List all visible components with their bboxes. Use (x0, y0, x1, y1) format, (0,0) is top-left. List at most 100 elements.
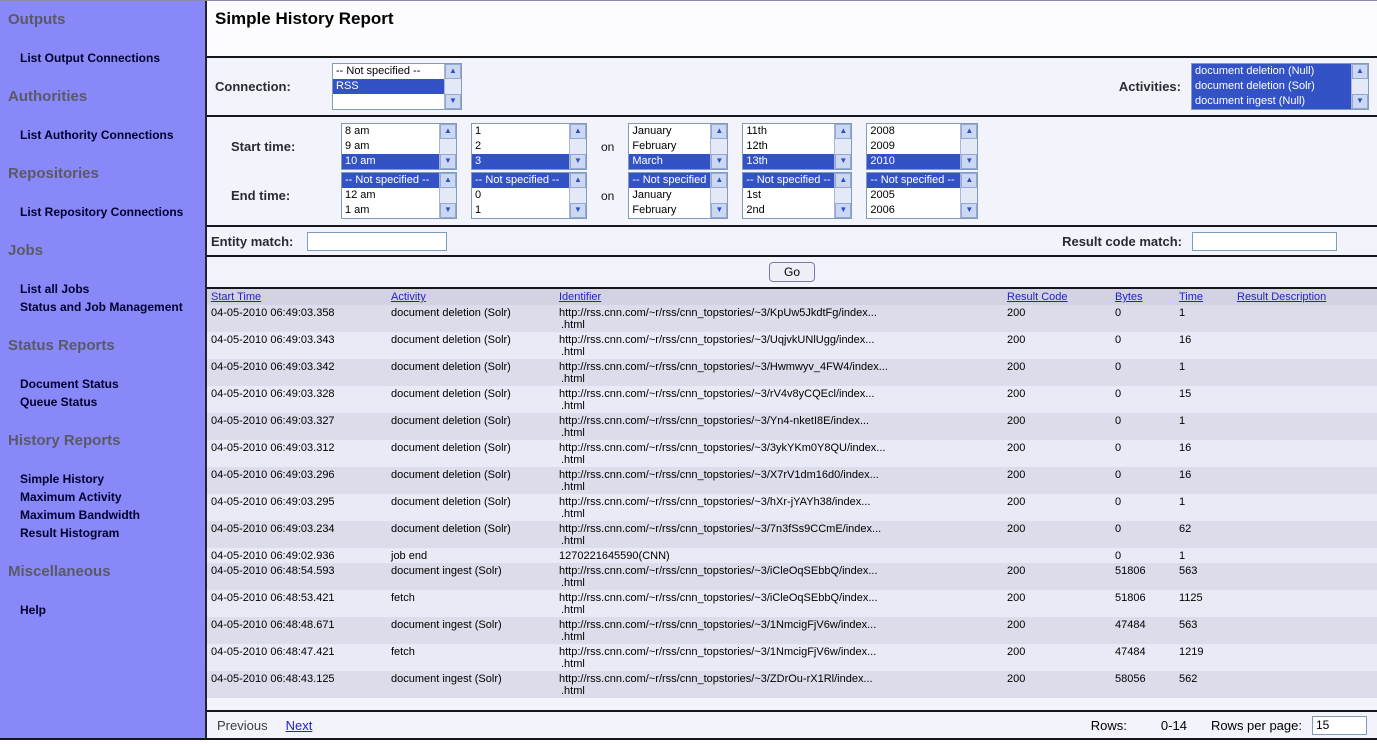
select-option[interactable]: 13th (743, 154, 834, 169)
scroll-down-icon[interactable]: ▼ (1352, 94, 1368, 109)
scroll-down-icon[interactable]: ▼ (835, 203, 851, 218)
scroll-up-icon[interactable]: ▲ (835, 173, 851, 188)
sidebar-item[interactable]: Status and Job Management (20, 299, 205, 315)
scroll-up-icon[interactable]: ▲ (1352, 64, 1368, 79)
scroll-down-icon[interactable]: ▼ (711, 154, 727, 169)
sort-result-code-link[interactable]: Result Code (1007, 291, 1068, 303)
scrollbar[interactable]: ▲▼ (569, 173, 586, 218)
scroll-up-icon[interactable]: ▲ (711, 124, 727, 139)
next-button[interactable]: Next (286, 718, 313, 733)
sidebar-item[interactable]: Simple History (20, 471, 205, 487)
scrollbar[interactable]: ▲▼ (710, 124, 727, 169)
entity-match-input[interactable] (307, 232, 447, 251)
select-option[interactable]: March (629, 154, 710, 169)
select-option[interactable]: 2005 (867, 188, 960, 203)
sidebar-item[interactable]: List all Jobs (20, 281, 205, 297)
sidebar-item[interactable]: Queue Status (20, 394, 205, 410)
start-minute-select[interactable]: 123 ▲▼ (471, 123, 587, 170)
select-option[interactable]: February (629, 139, 710, 154)
sidebar-item[interactable]: List Repository Connections (20, 204, 205, 220)
sort-result-description-link[interactable]: Result Description (1237, 291, 1326, 303)
select-option[interactable]: 1st (743, 188, 834, 203)
scroll-up-icon[interactable]: ▲ (711, 173, 727, 188)
end-minute-select[interactable]: -- Not specified --01 ▲▼ (471, 172, 587, 219)
scrollbar[interactable]: ▲▼ (439, 173, 456, 218)
result-code-match-input[interactable] (1192, 232, 1337, 251)
select-option[interactable]: 1 (472, 203, 569, 218)
start-year-select[interactable]: 200820092010 ▲▼ (866, 123, 978, 170)
end-hour-select[interactable]: -- Not specified --12 am1 am ▲▼ (341, 172, 457, 219)
select-option[interactable]: 11th (743, 124, 834, 139)
scroll-up-icon[interactable]: ▲ (570, 124, 586, 139)
select-option[interactable]: -- Not specified -- (743, 173, 834, 188)
sort-activity-link[interactable]: Activity (391, 291, 426, 303)
scrollbar[interactable]: ▲▼ (710, 173, 727, 218)
scrollbar[interactable]: ▲▼ (439, 124, 456, 169)
select-option[interactable]: February (629, 203, 710, 218)
select-option[interactable]: 2010 (867, 154, 960, 169)
sidebar-item[interactable]: List Authority Connections (20, 127, 205, 143)
sidebar-item[interactable]: Result Histogram (20, 525, 205, 541)
end-year-select[interactable]: -- Not specified --20052006 ▲▼ (866, 172, 978, 219)
scroll-down-icon[interactable]: ▼ (961, 154, 977, 169)
scrollbar[interactable]: ▲▼ (834, 124, 851, 169)
select-option[interactable]: 10 am (342, 154, 439, 169)
select-option[interactable]: 2006 (867, 203, 960, 218)
select-option[interactable]: 9 am (342, 139, 439, 154)
select-option[interactable]: document deletion (Solr) (1192, 79, 1351, 94)
scrollbar[interactable]: ▲▼ (569, 124, 586, 169)
select-option[interactable]: -- Not specified -- (342, 173, 439, 188)
end-month-select[interactable]: -- Not specified --JanuaryFebruary ▲▼ (628, 172, 728, 219)
select-option[interactable]: -- Not specified -- (629, 173, 710, 188)
scroll-down-icon[interactable]: ▼ (440, 203, 456, 218)
scrollbar[interactable]: ▲▼ (960, 173, 977, 218)
start-day-select[interactable]: 11th12th13th ▲▼ (742, 123, 852, 170)
start-month-select[interactable]: JanuaryFebruaryMarch ▲▼ (628, 123, 728, 170)
go-button[interactable]: Go (769, 262, 815, 282)
sidebar-item[interactable]: List Output Connections (20, 50, 205, 66)
select-option[interactable]: 2 (472, 139, 569, 154)
scroll-up-icon[interactable]: ▲ (440, 173, 456, 188)
scrollbar[interactable]: ▲ ▼ (444, 64, 461, 109)
sort-start-time-link[interactable]: Start Time (211, 291, 261, 303)
select-option[interactable]: 12 am (342, 188, 439, 203)
scrollbar[interactable]: ▲ ▼ (1351, 64, 1368, 109)
select-option[interactable]: 2009 (867, 139, 960, 154)
rows-per-page-input[interactable] (1312, 716, 1367, 735)
scroll-down-icon[interactable]: ▼ (835, 154, 851, 169)
select-option[interactable]: document deletion (Null) (1192, 64, 1351, 79)
scroll-up-icon[interactable]: ▲ (570, 173, 586, 188)
select-option[interactable]: 12th (743, 139, 834, 154)
scrollbar[interactable]: ▲▼ (960, 124, 977, 169)
select-option[interactable]: 1 (472, 124, 569, 139)
select-option[interactable]: document ingest (Null) (1192, 94, 1351, 109)
scroll-down-icon[interactable]: ▼ (445, 94, 461, 109)
select-option[interactable]: 8 am (342, 124, 439, 139)
sidebar-item[interactable]: Maximum Bandwidth (20, 507, 205, 523)
sidebar-item[interactable]: Maximum Activity (20, 489, 205, 505)
end-day-select[interactable]: -- Not specified --1st2nd ▲▼ (742, 172, 852, 219)
select-option[interactable]: RSS (333, 79, 444, 94)
select-option[interactable]: -- Not specified -- (472, 173, 569, 188)
sidebar-item[interactable]: Help (20, 602, 205, 618)
scroll-up-icon[interactable]: ▲ (835, 124, 851, 139)
scroll-up-icon[interactable]: ▲ (961, 173, 977, 188)
scroll-down-icon[interactable]: ▼ (570, 154, 586, 169)
select-option[interactable]: 0 (472, 188, 569, 203)
activities-select[interactable]: document deletion (Null) document deleti… (1191, 63, 1369, 110)
sort-time-link[interactable]: Time (1179, 291, 1203, 303)
sidebar-item[interactable]: Document Status (20, 376, 205, 392)
select-option[interactable]: -- Not specified -- (867, 173, 960, 188)
select-option[interactable]: 3 (472, 154, 569, 169)
select-option[interactable]: 2008 (867, 124, 960, 139)
scroll-down-icon[interactable]: ▼ (570, 203, 586, 218)
select-option[interactable]: 1 am (342, 203, 439, 218)
scroll-up-icon[interactable]: ▲ (961, 124, 977, 139)
sort-bytes-link[interactable]: Bytes (1115, 291, 1143, 303)
scroll-down-icon[interactable]: ▼ (711, 203, 727, 218)
sort-identifier-link[interactable]: Identifier (559, 291, 601, 303)
scrollbar[interactable]: ▲▼ (834, 173, 851, 218)
scroll-up-icon[interactable]: ▲ (440, 124, 456, 139)
scroll-up-icon[interactable]: ▲ (445, 64, 461, 79)
select-option[interactable]: 2nd (743, 203, 834, 218)
